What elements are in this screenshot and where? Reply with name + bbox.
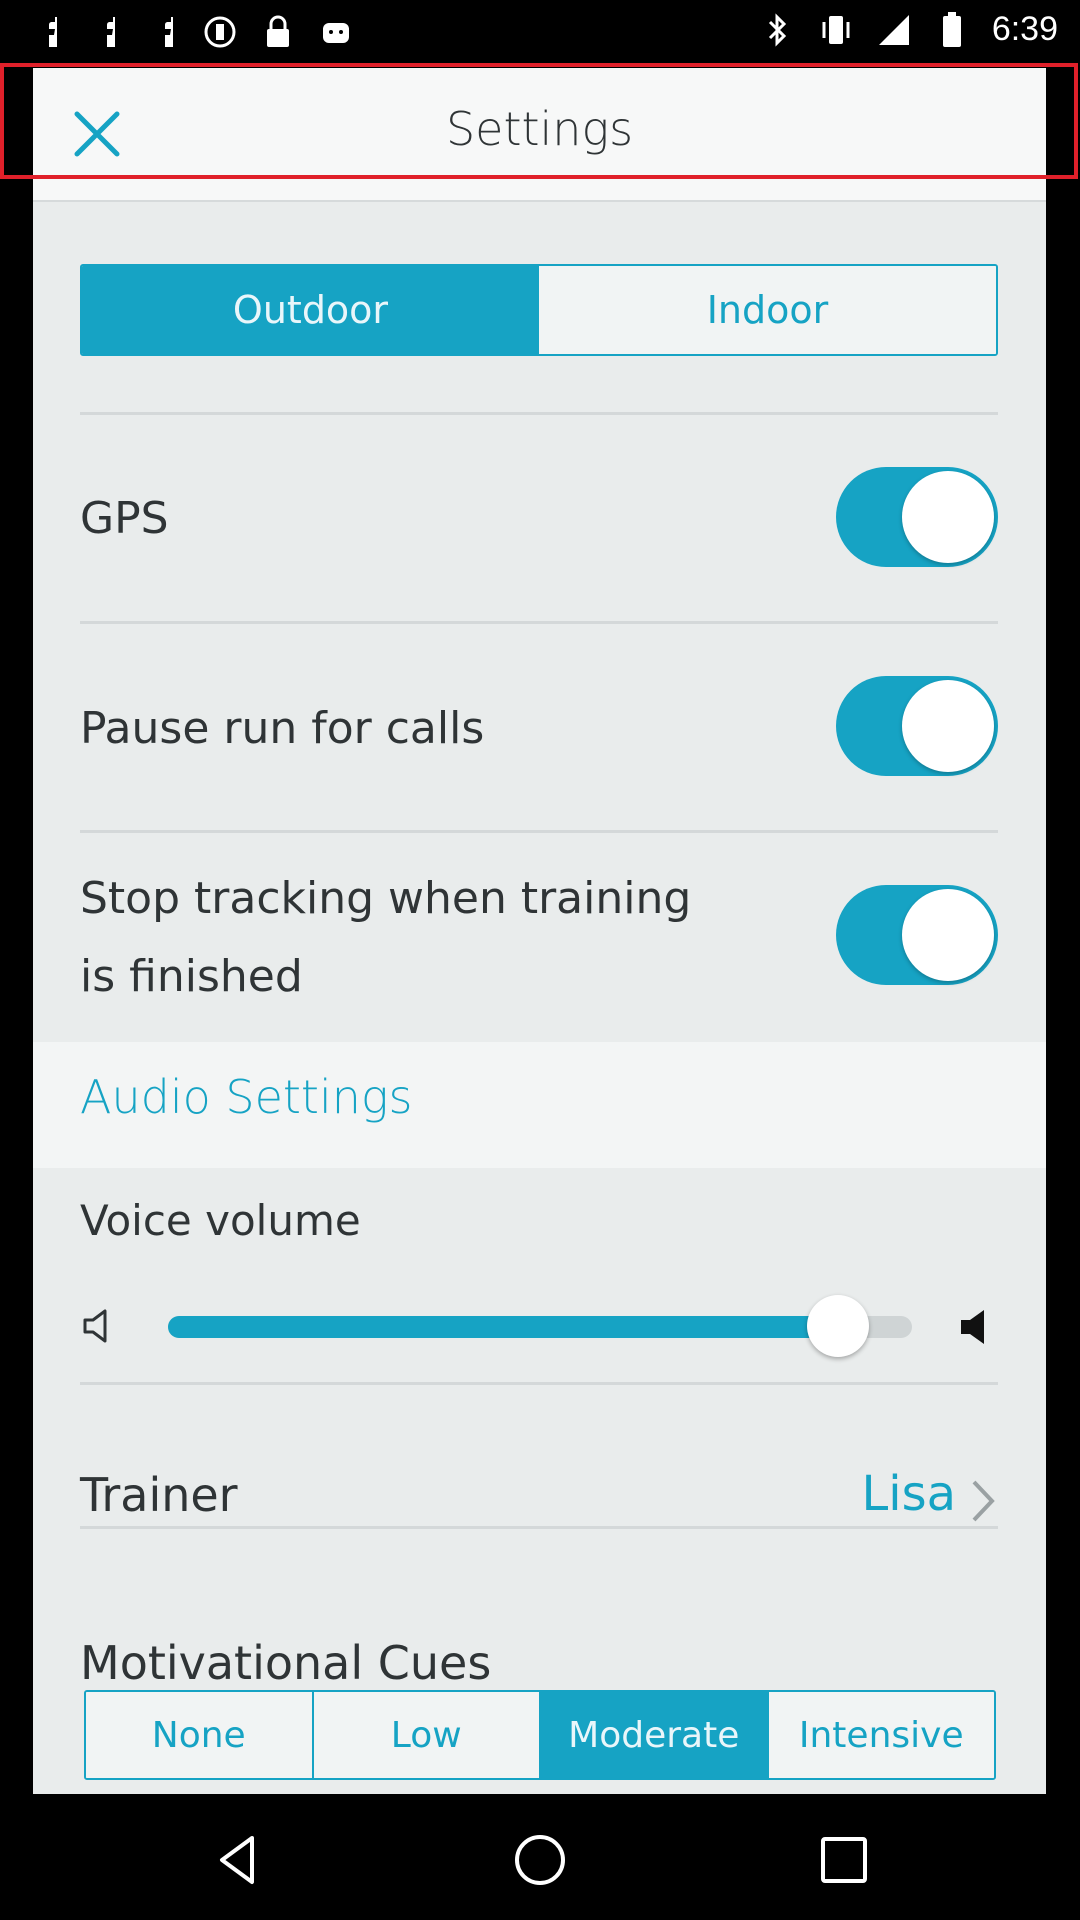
slider-thumb[interactable]: [806, 1295, 869, 1357]
location-mode-selector: Outdoor Indoor: [80, 264, 998, 356]
motivational-cues-label: Motivational Cues: [80, 1636, 492, 1690]
dialog-title: Settings: [445, 102, 634, 156]
settings-dialog: Settings Outdoor Indoor GPS Pause run fo…: [33, 68, 1046, 1794]
status-left-icons: [28, 14, 354, 50]
stop-tracking-toggle[interactable]: [836, 885, 998, 985]
cue-intensive-option[interactable]: Intensive: [766, 1692, 994, 1778]
vibrate-icon: [818, 12, 854, 48]
toggle-knob: [902, 471, 994, 563]
indoor-option[interactable]: Indoor: [539, 266, 996, 354]
volume-high-icon: [957, 1306, 999, 1348]
voice-volume-label: Voice volume: [80, 1196, 361, 1245]
status-bar: 6:39: [0, 0, 1080, 64]
motivational-cues-selector: None Low Moderate Intensive: [84, 1690, 996, 1780]
audio-settings-title: Audio Settings: [80, 1070, 413, 1124]
android-icon: [318, 14, 354, 50]
toggle-knob: [902, 680, 994, 772]
home-button[interactable]: [510, 1830, 570, 1890]
stop-tracking-label-line2: is finished: [80, 951, 303, 1002]
divider: [80, 412, 998, 415]
gps-toggle[interactable]: [836, 467, 998, 567]
recents-button[interactable]: [814, 1830, 874, 1890]
audio-settings-header: Audio Settings: [33, 1042, 1046, 1168]
divider: [80, 830, 998, 833]
back-button[interactable]: [208, 1830, 268, 1890]
pause-run-label: Pause run for calls: [80, 703, 485, 754]
trainer-value: Lisa: [861, 1466, 957, 1522]
cue-low-option[interactable]: Low: [311, 1692, 539, 1778]
battery-icon: [934, 11, 970, 48]
signal-icon: [876, 12, 912, 48]
trainer-row[interactable]: Trainer Lisa: [80, 1460, 998, 1544]
chevron-right-icon: [972, 1480, 995, 1522]
gps-label: GPS: [80, 493, 169, 544]
lock-icon: [260, 14, 296, 50]
trainer-label: Trainer: [80, 1468, 238, 1522]
voice-volume-slider[interactable]: [168, 1295, 912, 1357]
toggle-knob: [902, 889, 994, 981]
dialog-header: Settings: [33, 68, 1046, 202]
status-time: 6:39: [991, 10, 1058, 48]
stop-tracking-label-line1: Stop tracking when training: [80, 873, 692, 924]
volume-low-icon: [81, 1306, 121, 1346]
cue-moderate-option[interactable]: Moderate: [539, 1692, 767, 1778]
status-right-icons: 6:39: [760, 10, 1058, 49]
navigation-bar: [0, 1800, 1080, 1920]
divider: [80, 1382, 998, 1385]
facebook-icon: [144, 14, 180, 50]
divider: [80, 621, 998, 624]
pause-run-toggle[interactable]: [836, 676, 998, 776]
slider-fill: [168, 1316, 838, 1338]
facebook-icon: [28, 14, 64, 50]
divider: [80, 1526, 998, 1529]
bluetooth-icon: [760, 12, 796, 48]
circle-notification-icon: [202, 14, 238, 50]
cue-none-option[interactable]: None: [86, 1692, 312, 1778]
outdoor-option[interactable]: Outdoor: [82, 266, 539, 354]
facebook-icon: [86, 14, 122, 50]
